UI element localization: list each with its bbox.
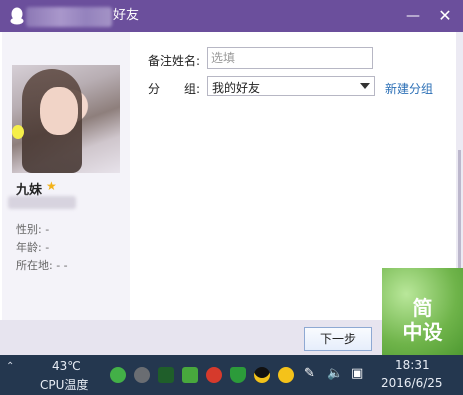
remark-label: 备注姓名: [148, 54, 201, 68]
taskbar: ⌃ 43℃ CPU温度 ✎ 🔈 ▣ 18:31 2016/6/25 [0, 355, 463, 395]
tray-app-icon[interactable]: ✎ [304, 366, 315, 381]
group-select-value: 我的好友 [212, 81, 261, 95]
volume-icon[interactable]: 🔈 [327, 366, 343, 381]
tray-app-icon[interactable] [134, 367, 150, 383]
avatar [12, 65, 120, 173]
flower-icon [12, 125, 24, 139]
blurred-contact-name [26, 7, 112, 27]
close-button[interactable]: ✕ [434, 5, 456, 27]
minimize-button[interactable]: — [402, 5, 424, 27]
tray-app-icon[interactable] [182, 367, 198, 383]
group-select[interactable]: 我的好友 [207, 76, 375, 96]
clock-date[interactable]: 2016/6/25 [381, 376, 443, 390]
remark-input[interactable] [207, 47, 373, 69]
qq-penguin-icon[interactable] [254, 367, 270, 383]
watermark-line2: 中设 [402, 320, 443, 344]
location-info: 所在地: - - [16, 259, 68, 272]
site-watermark: 简 中设 [382, 268, 463, 355]
age-info: 年龄: - [16, 241, 50, 254]
tray-app-icon[interactable] [158, 367, 174, 383]
star-icon: ★ [46, 179, 57, 193]
tray-app-icon[interactable] [278, 367, 294, 383]
gender-info: 性别: - [16, 223, 50, 236]
next-button[interactable]: 下一步 [304, 327, 372, 351]
network-icon[interactable]: ▣ [351, 366, 363, 381]
dropdown-arrow-icon [360, 83, 370, 89]
title-bar[interactable]: 好友 — ✕ [0, 0, 463, 32]
tray-app-icon[interactable] [206, 367, 222, 383]
cpu-temperature-label: CPU温度 [40, 378, 89, 392]
qq-penguin-icon [10, 7, 24, 25]
window-title: 好友 [113, 8, 140, 23]
blurred-account-number [8, 196, 76, 209]
watermark-line1: 简 [412, 296, 433, 320]
new-group-link[interactable]: 新建分组 [385, 80, 433, 97]
clock-time[interactable]: 18:31 [395, 358, 430, 372]
tray-app-icon[interactable] [110, 367, 126, 383]
cpu-temperature: 43℃ [52, 359, 81, 373]
shield-icon[interactable] [230, 367, 246, 383]
show-hidden-icons-button[interactable]: ⌃ [6, 361, 14, 372]
scrollbar-thumb[interactable] [458, 150, 461, 270]
group-label: 分 组: [148, 82, 201, 96]
